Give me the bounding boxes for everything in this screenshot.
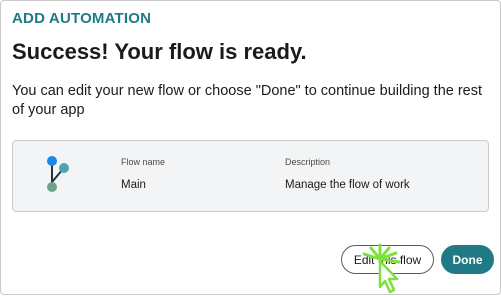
add-automation-dialog: ADD AUTOMATION Success! Your flow is rea… bbox=[0, 0, 501, 295]
dialog-eyebrow: ADD AUTOMATION bbox=[12, 10, 152, 27]
flow-name-value: Main bbox=[121, 179, 146, 191]
flow-name-column: Flow name Main bbox=[121, 157, 165, 191]
done-button[interactable]: Done bbox=[441, 245, 494, 274]
flow-summary-card: Flow name Main Description Manage the fl… bbox=[12, 140, 489, 212]
dialog-description: You can edit your new flow or choose "Do… bbox=[12, 83, 483, 118]
dialog-title: Success! Your flow is ready. bbox=[12, 39, 307, 64]
flow-branch-icon bbox=[47, 156, 69, 192]
flow-name-label: Flow name bbox=[121, 157, 166, 167]
flow-description-label: Description bbox=[285, 157, 331, 167]
flow-description-value: Manage the flow of work bbox=[285, 179, 410, 191]
flow-description-column: Description Manage the flow of work bbox=[285, 157, 410, 191]
edit-flow-button[interactable]: Edit this flow bbox=[341, 245, 434, 274]
